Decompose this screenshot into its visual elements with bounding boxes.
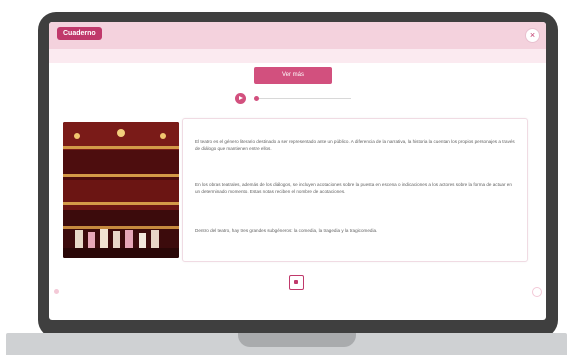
theater-photo: [63, 122, 179, 258]
action-button[interactable]: Ver más: [254, 67, 332, 84]
paragraph: En los obras teatrales, además de los di…: [195, 182, 512, 194]
laptop-notch: [238, 333, 356, 347]
nav-prev-icon[interactable]: [54, 289, 59, 294]
expand-icon[interactable]: [289, 275, 304, 290]
top-bar: Cuaderno ×: [49, 22, 546, 49]
content-card: El teatro es el género literario destina…: [182, 118, 528, 262]
header-strip: [49, 49, 546, 63]
play-icon[interactable]: [235, 93, 246, 104]
brand-badge[interactable]: Cuaderno: [57, 27, 102, 40]
theater-image: [63, 122, 179, 258]
audio-progress-track[interactable]: [259, 98, 351, 99]
paragraph: El teatro es el género literario destina…: [195, 139, 515, 151]
nav-next-icon[interactable]: [532, 287, 542, 297]
paragraph: Dentro del teatro, hay tres grandes subg…: [195, 228, 378, 233]
close-icon[interactable]: ×: [525, 28, 540, 43]
app-screen: Cuaderno × Ver más El teatro es el géner…: [49, 22, 546, 320]
